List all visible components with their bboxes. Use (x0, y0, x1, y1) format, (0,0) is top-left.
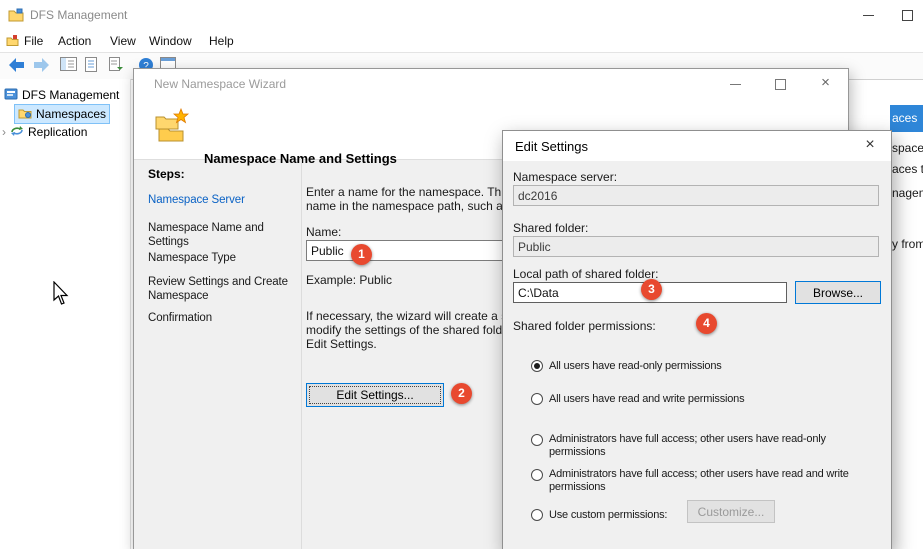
chevron-right-icon[interactable]: › (2, 126, 6, 138)
dfs-root-icon (4, 87, 18, 104)
edit-settings-button[interactable]: Edit Settings... (306, 383, 444, 407)
wizard-note-text: If necessary, the wizard will create a s… (306, 309, 525, 351)
mouse-cursor (53, 281, 69, 308)
radio-admin-full-users-read-write[interactable] (531, 469, 543, 481)
tree-item-replication[interactable]: › Replication (2, 123, 87, 141)
menu-action[interactable]: Action (54, 34, 95, 48)
namespace-server-input (513, 185, 879, 206)
edit-settings-dialog: Edit Settings × Namespace server: Shared… (502, 130, 892, 549)
browse-button[interactable]: Browse... (795, 281, 881, 304)
step-namespace-type: Namespace Type (148, 251, 296, 265)
wizard-steps-panel: Steps: Namespace Server Namespace Name a… (134, 159, 302, 549)
forward-icon[interactable] (32, 57, 50, 74)
replication-icon (10, 125, 24, 140)
menu-file[interactable]: File (20, 34, 47, 48)
wizard-titlebar: New Namespace Wizard × (134, 69, 848, 99)
menu-view[interactable]: View (106, 34, 140, 48)
console-tree: DFS Management Namespaces › Replication (0, 79, 131, 549)
details-text-fragment: aces t... (892, 162, 923, 176)
maximize-button[interactable] (890, 0, 923, 30)
edit-settings-close-button[interactable]: × (849, 131, 891, 161)
show-hide-console-tree-icon[interactable] (60, 57, 78, 74)
window-title: DFS Management (30, 8, 127, 22)
name-label: Name: (306, 225, 341, 239)
namespaces-icon (18, 107, 32, 122)
local-path-label: Local path of shared folder: (513, 267, 658, 281)
shared-folder-label: Shared folder: (513, 221, 588, 235)
namespace-wizard-icon (150, 107, 190, 150)
step-namespace-name-and-settings: Namespace Name and Settings (148, 221, 296, 249)
annotation-badge-1: 1 (351, 244, 372, 265)
minimize-button[interactable] (852, 0, 886, 30)
radio-admin-full-users-read-only-label[interactable]: Administrators have full access; other u… (549, 433, 889, 459)
radio-read-write[interactable] (531, 393, 543, 405)
wizard-maximize-button[interactable] (758, 69, 803, 99)
back-icon[interactable] (8, 57, 26, 74)
edit-settings-title: Edit Settings (515, 139, 588, 154)
properties-icon[interactable] (84, 57, 102, 74)
annotation-badge-2: 2 (451, 383, 472, 404)
tree-item-namespaces[interactable]: Namespaces (14, 104, 110, 124)
details-pane-banner-fragment: aces (890, 105, 923, 132)
tree-item-dfs-management[interactable]: DFS Management (4, 86, 119, 104)
screen: DFS Management File Action View Window H… (0, 0, 923, 549)
step-namespace-server[interactable]: Namespace Server (148, 193, 296, 207)
main-titlebar: DFS Management (0, 0, 923, 30)
radio-admin-full-users-read-only[interactable] (531, 434, 543, 446)
console-menu-icon (6, 34, 19, 50)
steps-heading: Steps: (148, 167, 185, 181)
example-text: Example: Public (306, 273, 392, 287)
wizard-close-button[interactable]: × (803, 69, 848, 99)
annotation-badge-4: 4 (696, 313, 717, 334)
details-text-fragment: nagem... (892, 186, 923, 200)
radio-admin-full-users-read-write-label[interactable]: Administrators have full access; other u… (549, 468, 889, 494)
permissions-label: Shared folder permissions: (513, 319, 656, 333)
namespace-server-label: Namespace server: (513, 170, 617, 184)
wizard-intro-text: Enter a name for the namespace. This na … (306, 185, 527, 213)
shared-folder-input (513, 236, 879, 257)
step-review-settings: Review Settings and Create Namespace (148, 275, 296, 303)
annotation-badge-3: 3 (641, 279, 662, 300)
wizard-title: New Namespace Wizard (154, 77, 286, 91)
wizard-minimize-button[interactable] (713, 69, 758, 99)
radio-read-only-label[interactable]: All users have read-only permissions (549, 360, 889, 373)
details-text-fragment: y from (892, 237, 923, 251)
step-confirmation: Confirmation (148, 311, 296, 325)
menu-window[interactable]: Window (145, 34, 196, 48)
menubar: File Action View Window Help (0, 30, 923, 52)
edit-settings-titlebar: Edit Settings × (503, 131, 891, 161)
radio-custom-permissions[interactable] (531, 509, 543, 521)
details-text-fragment: space... (892, 141, 923, 155)
customize-button: Customize... (687, 500, 775, 523)
radio-read-write-label[interactable]: All users have read and write permission… (549, 393, 889, 406)
menu-help[interactable]: Help (205, 34, 238, 48)
radio-read-only[interactable] (531, 360, 543, 372)
dfs-console-icon (8, 7, 24, 26)
export-list-icon[interactable] (108, 57, 126, 74)
